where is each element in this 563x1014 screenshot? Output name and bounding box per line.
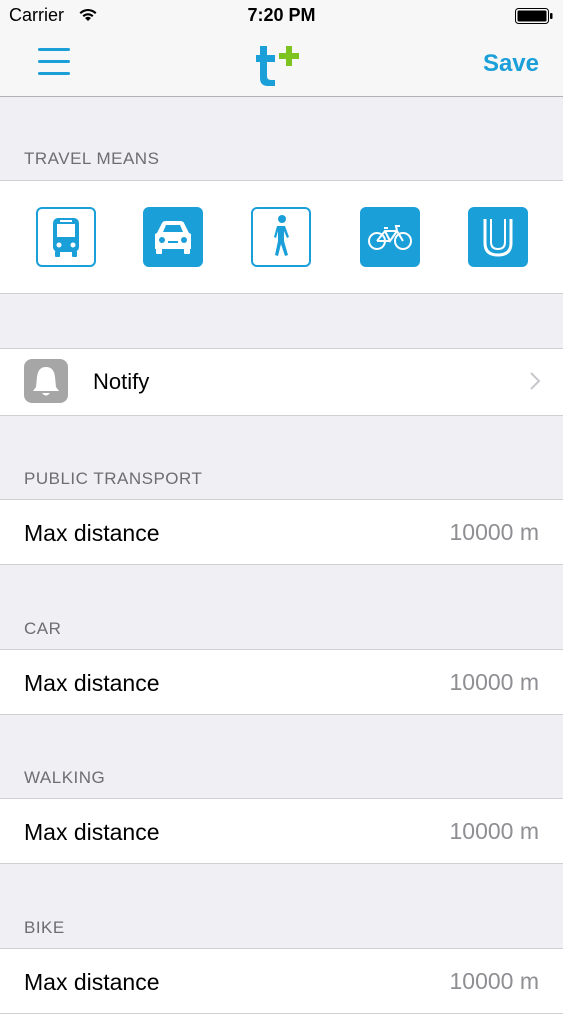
bicycle-icon[interactable] [360, 207, 420, 267]
max-distance-value: 10000 m [449, 669, 539, 695]
menu-icon-bar [38, 72, 70, 75]
menu-icon-bar [38, 60, 70, 63]
car-icon[interactable] [143, 207, 203, 267]
walk-icon[interactable] [251, 207, 311, 267]
max-distance-label: Max distance [24, 969, 160, 995]
walking-max-distance-row[interactable]: Max distance 10000 m [0, 798, 563, 864]
section-header-travel-means: TRAVEL MEANS [24, 149, 160, 168]
max-distance-value: 10000 m [449, 818, 539, 844]
chevron-right-icon [529, 371, 541, 396]
max-distance-label: Max distance [24, 819, 160, 845]
section-header-walking: WALKING [24, 768, 106, 787]
battery-icon [515, 8, 553, 29]
bus-icon[interactable] [36, 207, 96, 267]
max-distance-value: 10000 m [449, 519, 539, 545]
app-logo-icon [254, 42, 310, 91]
bike-max-distance-row[interactable]: Max distance 10000 m [0, 948, 563, 1014]
notify-label: Notify [93, 369, 150, 394]
car-max-distance-row[interactable]: Max distance 10000 m [0, 649, 563, 715]
status-bar: Carrier 7:20 PM [0, 0, 563, 32]
max-distance-label: Max distance [24, 670, 160, 696]
public-transport-max-distance-row[interactable]: Max distance 10000 m [0, 499, 563, 565]
max-distance-label: Max distance [24, 520, 160, 546]
clock: 7:20 PM [247, 5, 316, 25]
menu-icon-bar [38, 48, 70, 51]
save-button[interactable]: Save [483, 50, 539, 78]
travel-means-card [0, 180, 563, 294]
menu-button[interactable] [38, 48, 74, 80]
subway-icon[interactable] [468, 207, 528, 267]
section-header-public-transport: PUBLIC TRANSPORT [24, 469, 203, 488]
bell-icon [24, 359, 68, 403]
notify-row[interactable]: Notify [0, 348, 563, 416]
max-distance-value: 10000 m [449, 968, 539, 994]
section-header-car: CAR [24, 619, 62, 638]
navigation-bar: Save [0, 32, 563, 97]
section-header-bike: BIKE [24, 918, 65, 937]
